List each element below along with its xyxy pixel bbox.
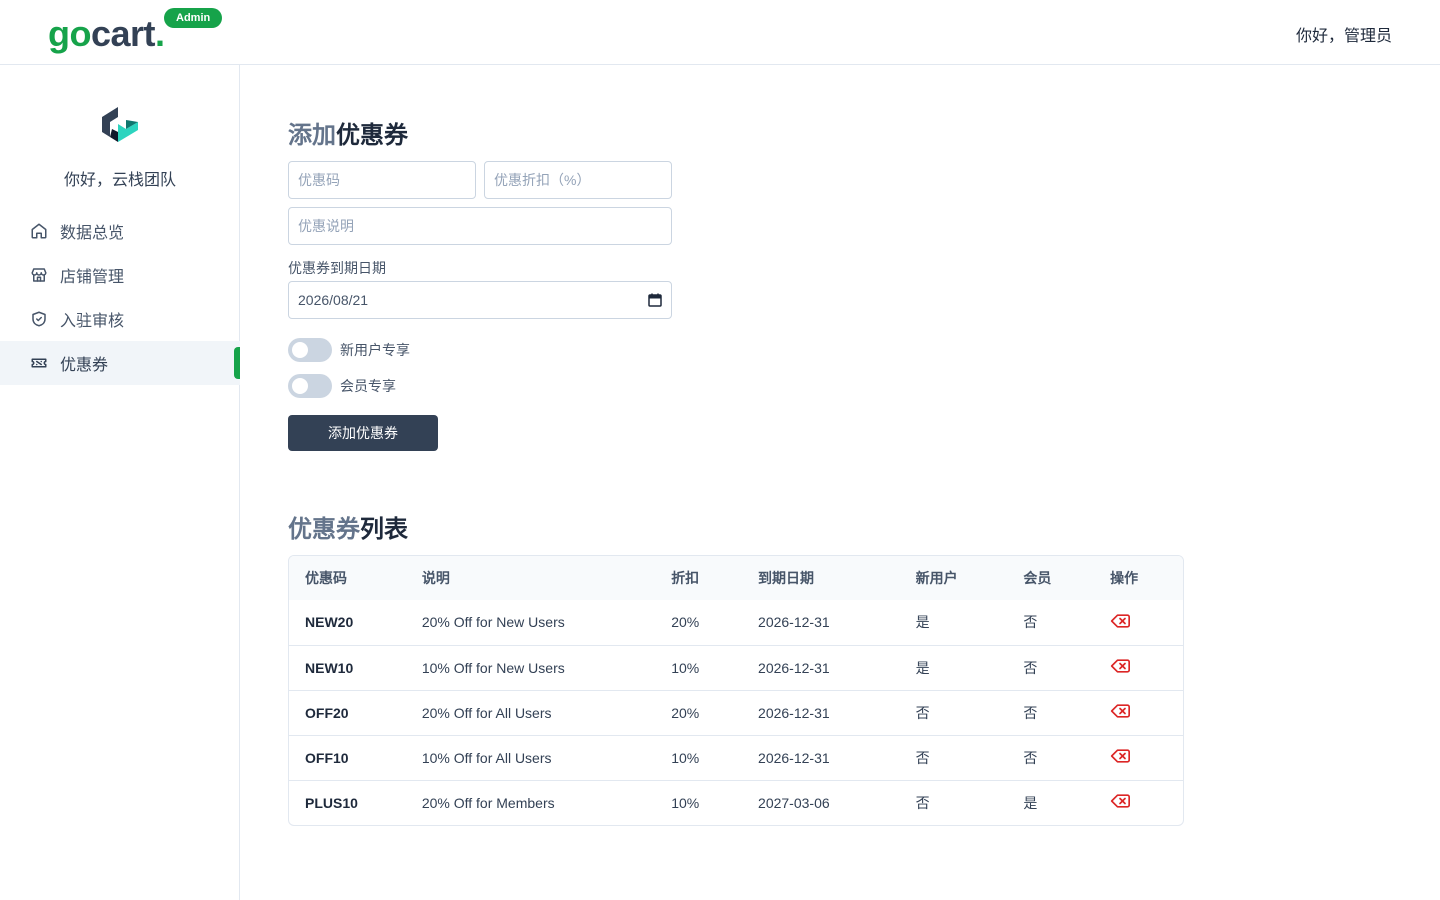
expiry-date-input[interactable]: 2026/08/21 [288, 281, 672, 319]
coupon-discount: 10% [671, 794, 700, 811]
member-toggle-row: 会员专享 [288, 374, 396, 398]
team-logo-icon [100, 103, 140, 147]
column-header-member: 会员 [1023, 570, 1052, 586]
coupon-new-user: 是 [915, 659, 930, 676]
coupon-expiry: 2026-12-31 [758, 749, 830, 766]
top-bar: gocart. Admin 你好，管理员 [0, 0, 1440, 65]
table-row: NEW10 10% Off for New Users 10% 2026-12-… [289, 645, 1183, 690]
table-row: OFF20 20% Off for All Users 20% 2026-12-… [289, 690, 1183, 735]
coupon-code: OFF10 [305, 749, 349, 766]
coupon-expiry: 2026-12-31 [758, 614, 830, 631]
table-row: NEW20 20% Off for New Users 20% 2026-12-… [289, 600, 1183, 645]
sidebar-item-stores[interactable]: 店铺管理 [0, 253, 240, 297]
sidebar-nav: 数据总览 店铺管理 入驻审核 优惠券 [0, 209, 240, 385]
toggle-knob [292, 378, 308, 394]
coupon-new-user: 是 [915, 614, 930, 631]
delete-icon[interactable] [1110, 701, 1131, 721]
coupon-code: NEW20 [305, 614, 354, 631]
coupon-code-input[interactable]: 优惠码 [288, 161, 476, 199]
coupon-new-user: 否 [915, 794, 930, 811]
coupon-description: 20% Off for New Users [421, 614, 565, 631]
logo-text: gocart. [48, 13, 165, 54]
table-row: OFF10 10% Off for All Users 10% 2026-12-… [289, 735, 1183, 780]
coupon-discount: 20% [671, 614, 700, 631]
team-greeting: 你好，云栈团队 [63, 172, 176, 189]
coupon-member: 否 [1023, 749, 1038, 766]
calendar-icon[interactable] [648, 293, 662, 307]
coupon-description: 10% Off for New Users [421, 659, 565, 676]
column-header-actions: 操作 [1110, 570, 1139, 586]
column-header-discount: 折扣 [671, 570, 700, 586]
table-header-row: 优惠码 说明 折扣 到期日期 新用户 会员 操作 [289, 556, 1183, 600]
admin-badge: Admin [164, 8, 223, 28]
admin-greeting: 你好，管理员 [1295, 28, 1392, 45]
coupon-expiry: 2027-03-06 [758, 794, 830, 811]
coupon-code: PLUS10 [305, 794, 358, 811]
toggle-knob [292, 342, 308, 358]
sidebar-item-coupons[interactable]: 优惠券 [0, 341, 240, 385]
sidebar-item-label: 店铺管理 [60, 269, 125, 286]
add-coupon-button[interactable]: 添加优惠券 [288, 415, 438, 451]
sidebar-item-label: 优惠券 [60, 357, 109, 374]
coupon-member: 是 [1023, 794, 1038, 811]
coupon-discount: 10% [671, 749, 700, 766]
new-user-toggle-label: 新用户专享 [340, 342, 410, 358]
description-input[interactable]: 优惠说明 [288, 207, 672, 245]
sidebar-item-label: 数据总览 [60, 225, 125, 242]
coupon-discount: 10% [671, 659, 700, 676]
gocart-logo[interactable]: gocart. Admin [48, 8, 228, 56]
shield-check-icon [30, 310, 48, 328]
delete-icon[interactable] [1110, 746, 1131, 766]
sidebar-item-label: 入驻审核 [60, 313, 125, 330]
coupon-member: 否 [1023, 659, 1038, 676]
column-header-code: 优惠码 [305, 570, 347, 586]
active-indicator [234, 347, 240, 379]
coupon-expiry: 2026-12-31 [758, 659, 830, 676]
coupon-description: 20% Off for All Users [421, 704, 552, 721]
coupon-description: 10% Off for All Users [421, 749, 552, 766]
member-toggle-label: 会员专享 [340, 378, 396, 394]
add-coupon-title: 添加优惠券 [288, 122, 408, 149]
sidebar-item-dashboard[interactable]: 数据总览 [0, 209, 240, 253]
delete-icon[interactable] [1110, 611, 1131, 631]
home-icon [30, 222, 48, 240]
member-toggle[interactable] [288, 374, 332, 398]
coupon-list-title: 优惠券列表 [288, 516, 408, 543]
coupon-table: 优惠码 说明 折扣 到期日期 新用户 会员 操作 NEW20 20% Off f… [288, 555, 1184, 826]
coupon-new-user: 否 [915, 704, 930, 721]
table-row: PLUS10 20% Off for Members 10% 2027-03-0… [289, 780, 1183, 825]
delete-icon[interactable] [1110, 791, 1131, 811]
coupon-member: 否 [1023, 704, 1038, 721]
ticket-icon [30, 354, 48, 372]
delete-icon[interactable] [1110, 656, 1131, 676]
discount-input[interactable]: 优惠折扣（%） [484, 161, 672, 199]
coupon-new-user: 否 [915, 749, 930, 766]
sidebar: 你好，云栈团队 数据总览 店铺管理 入驻审核 优惠券 [0, 65, 240, 900]
coupon-code: NEW10 [305, 659, 354, 676]
expiry-date-value: 2026/08/21 [298, 292, 369, 308]
new-user-toggle[interactable] [288, 338, 332, 362]
coupon-description: 20% Off for Members [421, 794, 555, 811]
coupon-discount: 20% [671, 704, 700, 721]
coupon-code: OFF20 [305, 704, 349, 721]
column-header-expiry: 到期日期 [758, 570, 815, 586]
store-icon [30, 266, 48, 284]
new-user-toggle-row: 新用户专享 [288, 338, 410, 362]
column-header-description: 说明 [421, 570, 450, 586]
coupon-member: 否 [1023, 614, 1038, 631]
sidebar-item-approvals[interactable]: 入驻审核 [0, 297, 240, 341]
column-header-new-user: 新用户 [915, 570, 958, 586]
expiry-date-label: 优惠券到期日期 [288, 260, 386, 276]
coupon-expiry: 2026-12-31 [758, 704, 830, 721]
